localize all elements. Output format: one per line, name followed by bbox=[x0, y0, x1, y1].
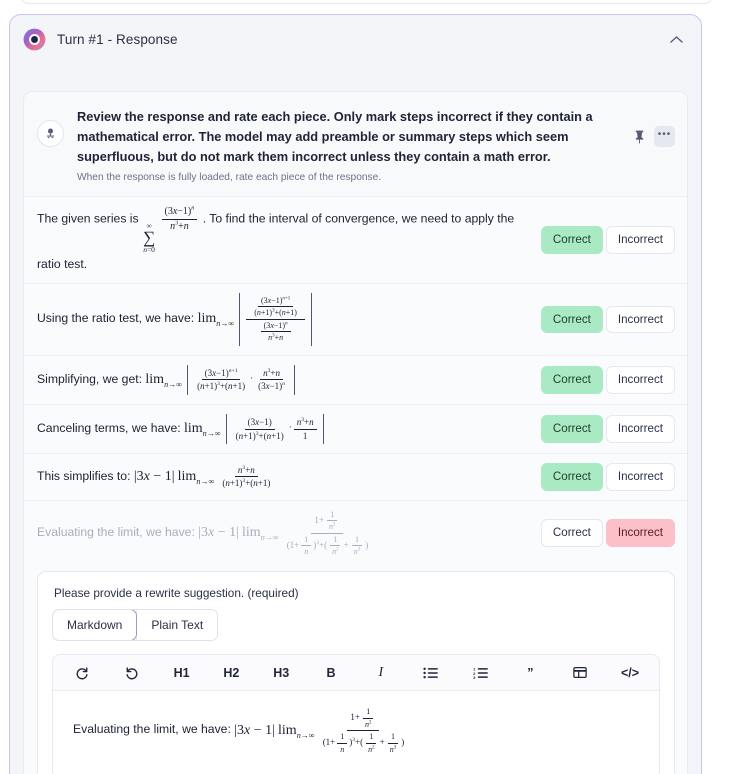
mode-markdown-button[interactable]: Markdown bbox=[53, 610, 138, 641]
row-formula: ∞ ∑ n=0 (3x−1)n n3+n bbox=[142, 205, 203, 254]
row-formula: limn→∞ (3x−1)n+1 (n+1)3+(n+1) · n3+n (3x−1… bbox=[145, 364, 297, 395]
editor-formula: |3x − 1| limn→∞ 1+ 1 n2 (1+ 1 n)3+(1 n2 +1 n3) bbox=[234, 707, 405, 754]
instruction-sub: When the response is fully loaded, rate … bbox=[77, 172, 382, 183]
redo-icon[interactable] bbox=[57, 662, 107, 683]
row-prefix: Canceling terms, we have: bbox=[37, 420, 181, 435]
correct-button[interactable]: Correct bbox=[540, 463, 603, 491]
mode-plain-text-button[interactable]: Plain Text bbox=[136, 610, 218, 641]
row-content: This simplifies to: |3x − 1| limn→∞ n3+n… bbox=[37, 465, 531, 489]
row-prefix: Using the ratio test, we have: bbox=[37, 311, 195, 326]
row-content: Evaluating the limit, we have: |3x − 1| … bbox=[37, 510, 531, 557]
page-root: Turn #1 - Response Review the response a… bbox=[0, 0, 733, 774]
incorrect-button[interactable]: Incorrect bbox=[605, 305, 675, 334]
instruction-text: Review the response and rate each piece.… bbox=[77, 106, 618, 185]
bold-icon[interactable]: B bbox=[306, 662, 356, 683]
correct-button[interactable]: Correct bbox=[540, 519, 603, 547]
gradient-ring-logo-icon bbox=[23, 28, 46, 51]
incorrect-button[interactable]: Incorrect bbox=[605, 463, 675, 491]
table-row: This simplifies to: |3x − 1| limn→∞ n3+n… bbox=[24, 453, 687, 500]
table-icon[interactable] bbox=[555, 662, 605, 683]
editor-mode-toggle: Markdown Plain Text bbox=[52, 609, 219, 642]
table-row: Using the ratio test, we have: limn→∞ (3… bbox=[24, 282, 687, 355]
incorrect-button[interactable]: Incorrect bbox=[605, 415, 675, 443]
previous-card-edge bbox=[20, 0, 713, 4]
chevron-up-icon[interactable] bbox=[665, 28, 687, 50]
undo-icon[interactable] bbox=[107, 662, 157, 683]
row-content: The given series is ∞ ∑ n=0 (3x−1)n n3+n . … bbox=[37, 205, 531, 274]
more-options-icon[interactable]: ••• bbox=[654, 126, 675, 147]
incorrect-button[interactable]: Incorrect bbox=[605, 519, 675, 547]
row-formula: |3x − 1| limn→∞ 1+ 1 n2 (1+ 1 n)3+(1 n2 +1 n3) bbox=[198, 509, 369, 557]
code-block-icon[interactable]: </> bbox=[605, 662, 655, 683]
rating-buttons: Correct Incorrect bbox=[540, 305, 675, 334]
row-formula: limn→∞ (3x−1) (n+1)3+(n+1) · n3+n 1 bbox=[184, 413, 326, 445]
correct-button[interactable]: Correct bbox=[540, 305, 603, 334]
table-row: Canceling terms, we have: limn→∞ (3x−1)(… bbox=[24, 403, 687, 453]
row-prefix: Simplifying, we get: bbox=[37, 371, 142, 386]
heading-3-icon[interactable]: H3 bbox=[256, 662, 306, 683]
rating-buttons: Correct Incorrect bbox=[540, 366, 675, 394]
turn-response-card: Turn #1 - Response Review the response a… bbox=[9, 14, 702, 774]
rating-buttons: Correct Incorrect bbox=[540, 463, 675, 491]
rating-buttons: Correct Incorrect bbox=[540, 415, 675, 443]
rating-buttons: Correct Incorrect bbox=[540, 519, 675, 547]
table-row: Evaluating the limit, we have: |3x − 1| … bbox=[24, 499, 687, 566]
row-prefix: The given series is bbox=[37, 211, 139, 226]
card-header: Turn #1 - Response bbox=[10, 15, 701, 63]
heading-2-icon[interactable]: H2 bbox=[206, 662, 256, 683]
bullet-list-icon[interactable] bbox=[406, 662, 456, 683]
instruction-main: Review the response and rate each piece.… bbox=[77, 109, 593, 164]
svg-text:3: 3 bbox=[473, 675, 476, 679]
rewrite-panel: Please provide a rewrite suggestion. (re… bbox=[37, 571, 675, 774]
row-content: Using the ratio test, we have: limn→∞ (3… bbox=[37, 292, 531, 346]
table-row: The given series is ∞ ∑ n=0 (3x−1)n n3+n . … bbox=[24, 197, 687, 283]
editor-toolbar: H1 H2 H3 B I 1 2 3 ” </> bbox=[53, 655, 659, 692]
rating-rows: The given series is ∞ ∑ n=0 (3x−1)n n3+n . … bbox=[24, 197, 687, 566]
italic-icon[interactable]: I bbox=[356, 662, 406, 683]
editor-content[interactable]: Evaluating the limit, we have: |3x − 1| … bbox=[53, 691, 659, 774]
rating-buttons: Correct Incorrect bbox=[540, 226, 675, 254]
row-prefix: This simplifies to: bbox=[37, 468, 131, 483]
row-formula: limn→∞ (3x−1)n+1 (n+1)3+(n+1) (3x−1)n n3+n bbox=[198, 292, 314, 346]
row-content: Simplifying, we get: limn→∞ (3x−1)n+1 (n+… bbox=[37, 364, 531, 395]
instruction-actions: ••• bbox=[631, 126, 675, 147]
correct-button[interactable]: Correct bbox=[540, 415, 603, 443]
rewrite-suggestion-label: Please provide a rewrite suggestion. (re… bbox=[54, 586, 299, 601]
correct-button[interactable]: Correct bbox=[540, 366, 603, 394]
editor-text-prefix: Evaluating the limit, we have: bbox=[73, 722, 231, 737]
row-content: Canceling terms, we have: limn→∞ (3x−1)(… bbox=[37, 413, 531, 445]
numbered-list-icon[interactable]: 1 2 3 bbox=[456, 662, 506, 683]
row-formula: |3x − 1| limn→∞ n3+n (n+1)3+(n+1) bbox=[133, 464, 271, 489]
editor-line: Evaluating the limit, we have: |3x − 1| … bbox=[73, 707, 645, 754]
response-panel: Review the response and rate each piece.… bbox=[23, 91, 688, 774]
row-prefix: Evaluating the limit, we have: bbox=[37, 524, 195, 539]
pushpin-icon[interactable] bbox=[631, 127, 648, 147]
incorrect-button[interactable]: Incorrect bbox=[605, 226, 675, 254]
markdown-editor: H1 H2 H3 B I 1 2 3 ” </> Evaluating the … bbox=[52, 654, 660, 774]
robot-avatar-icon bbox=[37, 120, 64, 147]
correct-button[interactable]: Correct bbox=[540, 226, 603, 254]
table-row: Simplifying, we get: limn→∞ (3x−1)n+1 (n+… bbox=[24, 354, 687, 404]
instruction-block: Review the response and rate each piece.… bbox=[24, 92, 687, 197]
card-title: Turn #1 - Response bbox=[57, 31, 178, 47]
blockquote-icon[interactable]: ” bbox=[505, 662, 555, 683]
incorrect-button[interactable]: Incorrect bbox=[605, 366, 675, 394]
heading-1-icon[interactable]: H1 bbox=[157, 662, 207, 683]
